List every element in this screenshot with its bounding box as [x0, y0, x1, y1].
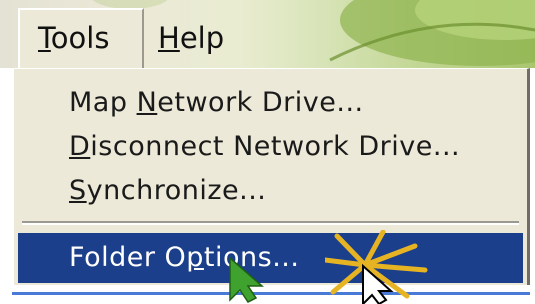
menu-item-disconnect-network-drive[interactable]: Disconnect Network Drive...	[69, 131, 460, 162]
menu-bar: Tools Help	[0, 0, 535, 68]
click-highlight-icon	[325, 230, 428, 304]
menu-item-synchronize[interactable]: Synchronize...	[69, 175, 266, 206]
bottom-border-line	[12, 292, 530, 295]
green-arrow-icon	[229, 256, 264, 303]
menu-tools-label: Tools	[38, 21, 110, 55]
tools-dropdown-menu: Map Network Drive... Disconnect Network …	[12, 68, 530, 285]
menu-item-folder-options[interactable]: Folder Options...	[18, 233, 523, 283]
menu-separator	[22, 221, 519, 225]
menu-help[interactable]: Help	[158, 24, 224, 53]
menu-item-map-network-drive[interactable]: Map Network Drive...	[69, 87, 364, 118]
screen: Tools Help Map Network Drive... Disconne…	[0, 0, 535, 304]
menu-tools[interactable]: Tools	[18, 8, 144, 68]
